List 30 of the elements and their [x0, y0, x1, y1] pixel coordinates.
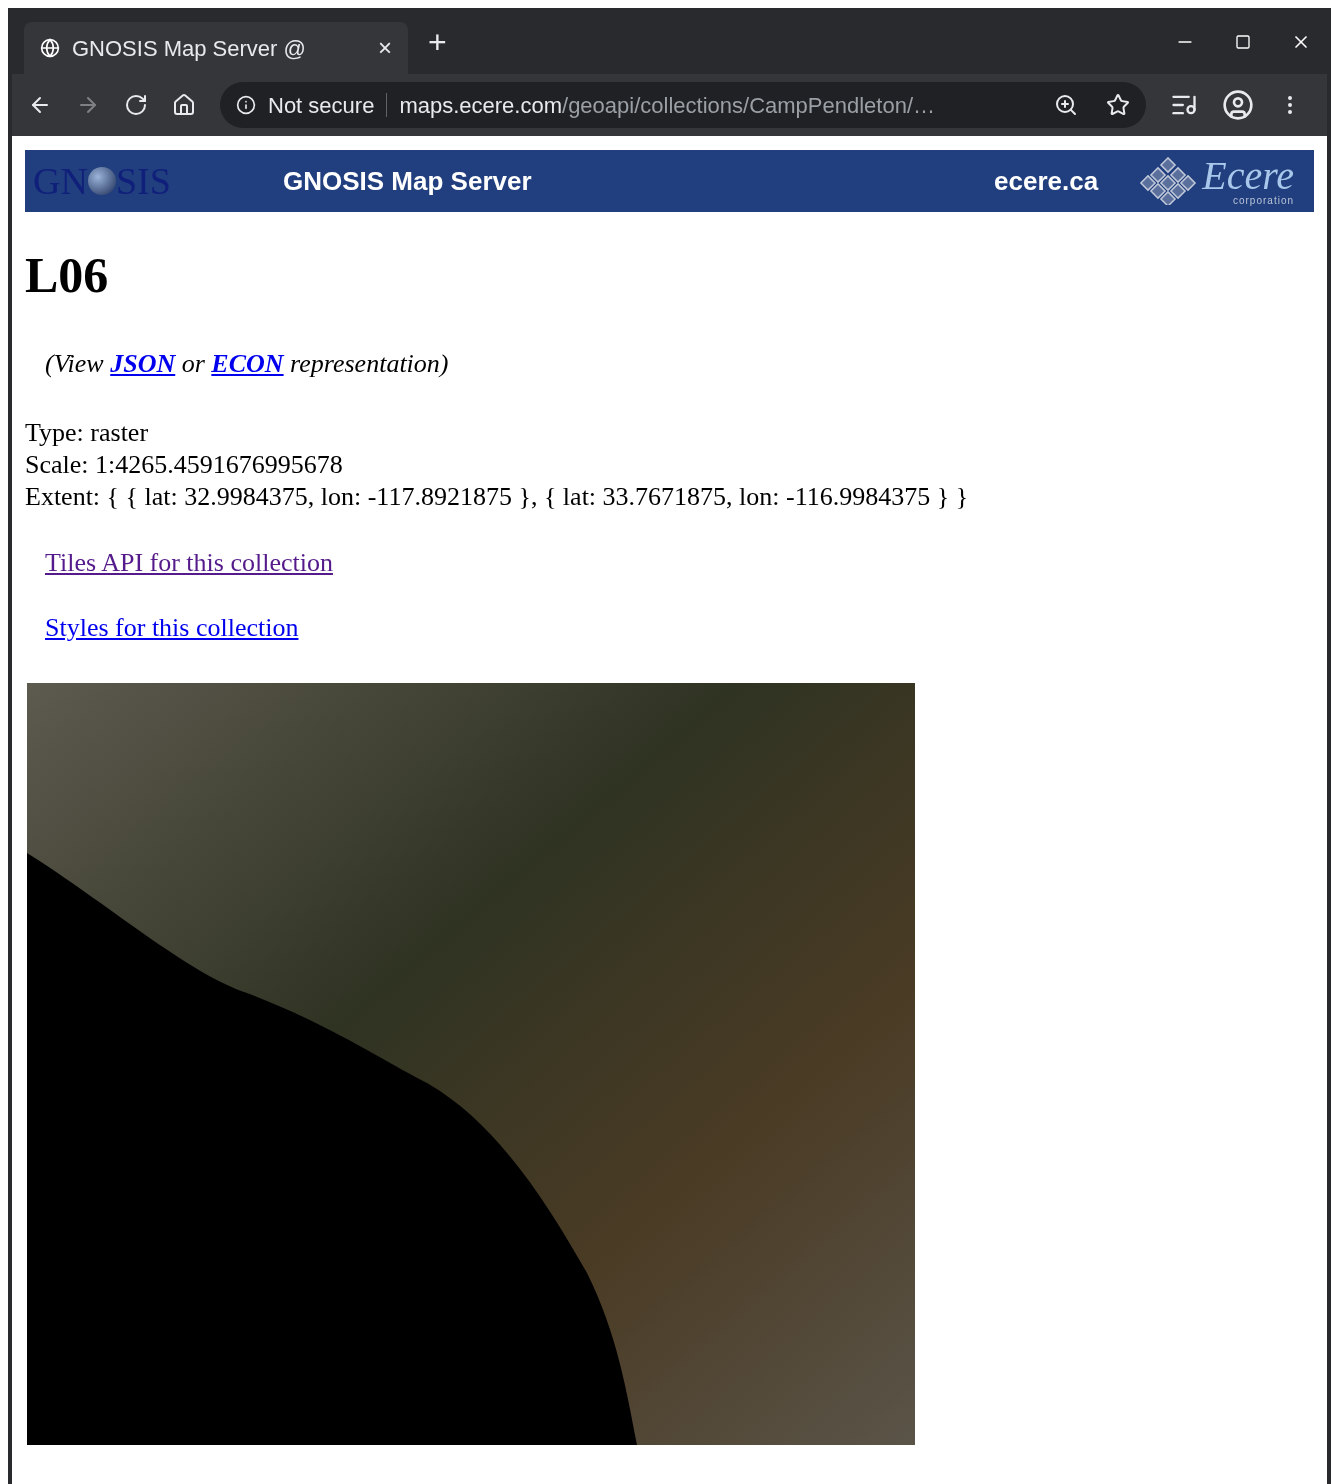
new-tab-button[interactable]: + [428, 18, 447, 66]
tab-close-button[interactable]: × [378, 30, 392, 66]
page-heading: L06 [25, 250, 110, 300]
site-link[interactable]: ecere.ca [994, 161, 1099, 201]
info-icon [236, 95, 256, 115]
tab-title: GNOSIS Map Server @ [72, 34, 306, 63]
collection-link[interactable]: Styles for this collection [45, 608, 299, 647]
url-text: maps.ecere.com/geoapi/collections/CampPendleton/… [399, 91, 936, 120]
representation-line: (View JSON or ECON representation) [45, 348, 450, 380]
profile-icon[interactable] [1222, 89, 1254, 121]
lattice-icon [1138, 157, 1199, 205]
security-label: Not secure [268, 91, 375, 120]
globe-icon [40, 38, 60, 58]
property-text: Type: raster [25, 417, 150, 449]
reload-icon[interactable] [124, 93, 148, 117]
bookmark-star-icon[interactable] [1106, 93, 1130, 117]
maximize-icon[interactable] [1235, 34, 1251, 50]
globe-drawing [87, 167, 116, 195]
econ-link[interactable]: ECON [211, 349, 284, 378]
zoom-icon[interactable] [1054, 93, 1078, 117]
collection-link[interactable]: Tiles API for this collection [45, 543, 333, 582]
logo-wordmark: Ecere [1202, 156, 1294, 196]
address-bar[interactable]: Not secure maps.ecere.com/geoapi/collections/CampPendleton/… [220, 82, 1146, 128]
property-text: Scale: 1:4265.4591676995678 [25, 449, 344, 481]
home-icon[interactable] [172, 93, 196, 117]
banner-title: GNOSIS Map Server [283, 164, 532, 198]
browser-tab[interactable]: GNOSIS Map Server @ × [24, 22, 408, 74]
json-link[interactable]: JSON [110, 349, 176, 378]
property-text: Extent: { { lat: 32.9984375, lon: -117.8921875 }, { lat: 33.7671875, lon: -116.9984375 } } [25, 481, 970, 513]
logo-tagline: corporation [1232, 196, 1294, 206]
